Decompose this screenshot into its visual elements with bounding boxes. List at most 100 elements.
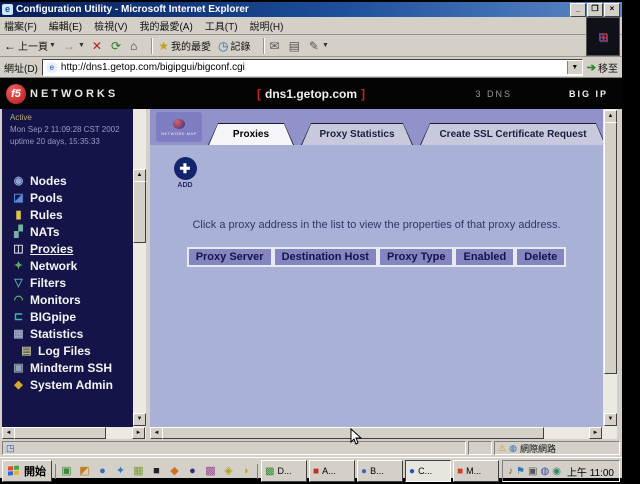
forward-button[interactable]: → ▼	[63, 39, 85, 53]
go-icon: ➔	[587, 61, 596, 74]
column-header-enabled: Enabled	[454, 247, 515, 267]
task-window-button-4[interactable]: ●C...	[405, 460, 451, 482]
instruction-text: Click a proxy address in the list to vie…	[150, 219, 603, 231]
sidebar-horizontal-scrollbar[interactable]: ◄ ►	[2, 427, 146, 439]
add-proxy-button[interactable]: ✚ ADD	[170, 157, 200, 189]
scroll-down-icon[interactable]: ▼	[133, 413, 146, 426]
display-icon[interactable]: ▣	[528, 466, 537, 477]
title-bar: e Configuration Utility - Microsoft Inte…	[0, 2, 622, 17]
edit-button[interactable]: ✎▼	[309, 39, 329, 53]
sidebar-item-proxies[interactable]: ◫Proxies	[2, 240, 133, 257]
mail-button[interactable]: ✉	[270, 39, 282, 53]
sidebar-item-monitors[interactable]: ◠Monitors	[2, 291, 133, 308]
volume-icon[interactable]: ♪	[508, 466, 513, 477]
nats-icon: ▞	[12, 225, 25, 238]
address-url[interactable]: http://dns1.getop.com/bigipgui/bigconf.c…	[61, 62, 567, 73]
sidebar-item-pools[interactable]: ◪Pools	[2, 189, 133, 206]
ie-throbber: ⊞	[586, 17, 620, 56]
sidebar-item-network[interactable]: ✦Network	[2, 257, 133, 274]
menu-help[interactable]: 說明(H)	[250, 18, 284, 33]
main-horizontal-scrollbar[interactable]: ◄ ►	[150, 427, 603, 439]
key-app-icon[interactable]: ◈	[221, 464, 236, 479]
sidebar-item-log-files[interactable]: ▤Log Files	[2, 342, 133, 359]
moon-app-icon[interactable]: ◗	[239, 464, 254, 479]
task-window-button-5[interactable]: ■M...	[453, 460, 499, 482]
task-window-button-3[interactable]: ●B...	[357, 460, 403, 482]
address-dropdown-icon[interactable]: ▼	[567, 61, 582, 74]
tab-proxies[interactable]: Proxies	[208, 123, 294, 145]
globe-app-icon[interactable]: ●	[185, 464, 200, 479]
task-window-button-1[interactable]: ▩D...	[261, 460, 307, 482]
sidebar-item-nodes[interactable]: ◉Nodes	[2, 172, 133, 189]
close-button[interactable]: ×	[604, 3, 620, 17]
scroll-thumb[interactable]	[14, 427, 106, 439]
menu-favorites[interactable]: 我的最愛(A)	[139, 18, 192, 33]
sidebar-item-filters[interactable]: ▽Filters	[2, 274, 133, 291]
start-button[interactable]: 開始	[2, 460, 52, 482]
scroll-right-icon[interactable]: ►	[132, 427, 145, 439]
ie-icon[interactable]: ◩	[77, 464, 92, 479]
main-frame: NETWORK MAP Proxies Proxy Statistics Cre…	[150, 109, 603, 427]
proxy-table-header-row: Proxy Server Destination Host Proxy Type…	[150, 247, 603, 267]
sidebar-item-rules[interactable]: ▮Rules	[2, 206, 133, 223]
history-icon: ◷	[218, 39, 228, 53]
minimize-button[interactable]: _	[570, 3, 586, 17]
menu-tools[interactable]: 工具(T)	[205, 18, 238, 33]
scroll-right-icon[interactable]: ►	[589, 427, 602, 439]
apps-grid-icon[interactable]: ▩	[203, 464, 218, 479]
task-window-button-2[interactable]: ■A...	[309, 460, 355, 482]
stop-icon: ✕	[92, 39, 102, 53]
scroll-thumb[interactable]	[133, 181, 146, 243]
frame-edge	[617, 109, 622, 439]
menu-file[interactable]: 檔案(F)	[4, 18, 37, 33]
chart-app-icon[interactable]: ▦	[131, 464, 146, 479]
update-icon[interactable]: ◍	[540, 466, 549, 477]
tab-proxy-statistics[interactable]: Proxy Statistics	[301, 123, 413, 145]
log-files-icon: ▤	[20, 344, 33, 357]
flag-icon[interactable]: ⚑	[516, 466, 525, 477]
column-header-delete: Delete	[515, 247, 566, 267]
sidebar-item-system-admin[interactable]: ◆System Admin	[2, 376, 133, 393]
back-button[interactable]: ← 上一頁▼	[4, 38, 56, 53]
windows-logo-icon	[8, 465, 21, 477]
stop-button[interactable]: ✕	[92, 39, 104, 53]
scroll-thumb[interactable]	[604, 122, 617, 374]
main-vertical-scrollbar[interactable]: ▲ ▼	[603, 109, 617, 439]
sidebar-vertical-scrollbar[interactable]: ▲ ▼	[133, 109, 146, 427]
mail-icon: ✉	[270, 39, 280, 53]
sidebar-item-bigpipe[interactable]: ⊏BIGpipe	[2, 308, 133, 325]
menu-edit[interactable]: 編輯(E)	[49, 18, 82, 33]
sidebar-item-nats[interactable]: ▞NATs	[2, 223, 133, 240]
menu-view[interactable]: 檢視(V)	[94, 18, 127, 33]
column-header-proxy-type: Proxy Type	[378, 247, 455, 267]
home-button[interactable]: ⌂	[130, 39, 139, 53]
media-player-icon[interactable]: ✦	[113, 464, 128, 479]
go-button[interactable]: ➔ 移至	[587, 60, 618, 75]
address-bar: 網址(D) e http://dns1.getop.com/bigipgui/b…	[0, 57, 622, 78]
outlook-icon[interactable]: ●	[95, 464, 110, 479]
browser-toolbar: ← 上一頁▼ → ▼ ✕ ⟳ ⌂ ★ 我的最愛 ◷ 記錄 ✉ ▤	[0, 35, 622, 57]
maximize-button[interactable]: ❐	[587, 3, 603, 17]
network-status-icon[interactable]: ◉	[552, 466, 561, 477]
address-input[interactable]: e http://dns1.getop.com/bigipgui/bigconf…	[42, 59, 583, 76]
system-tray: ♪ ⚑ ▣ ◍ ◉ 上午 11:00	[502, 460, 620, 482]
monitors-icon: ◠	[12, 293, 25, 306]
network-icon: ✦	[12, 259, 25, 272]
refresh-button[interactable]: ⟳	[111, 39, 123, 53]
history-button[interactable]: ◷ 記錄	[218, 38, 250, 53]
sidebar-item-statistics[interactable]: ▦Statistics	[2, 325, 133, 342]
scroll-down-icon[interactable]: ▼	[604, 413, 617, 426]
network-map-button[interactable]: NETWORK MAP	[156, 112, 202, 142]
show-desktop-icon[interactable]: ▣	[59, 464, 74, 479]
print-button[interactable]: ▤	[289, 39, 302, 53]
proxies-icon: ◫	[12, 242, 25, 255]
tab-create-ssl-certificate-request[interactable]: Create SSL Certificate Request	[420, 123, 603, 145]
sidebar-item-mindterm-ssh[interactable]: ▣Mindterm SSH	[2, 359, 133, 376]
favorites-button[interactable]: ★ 我的最愛	[158, 38, 211, 53]
status-message-panel: ◳	[2, 441, 466, 455]
column-header-proxy-server: Proxy Server	[187, 247, 273, 267]
mouse-cursor	[350, 428, 362, 446]
command-prompt-icon[interactable]: ■	[149, 464, 164, 479]
flame-app-icon[interactable]: ◆	[167, 464, 182, 479]
warning-icon: ⚠	[498, 443, 506, 454]
